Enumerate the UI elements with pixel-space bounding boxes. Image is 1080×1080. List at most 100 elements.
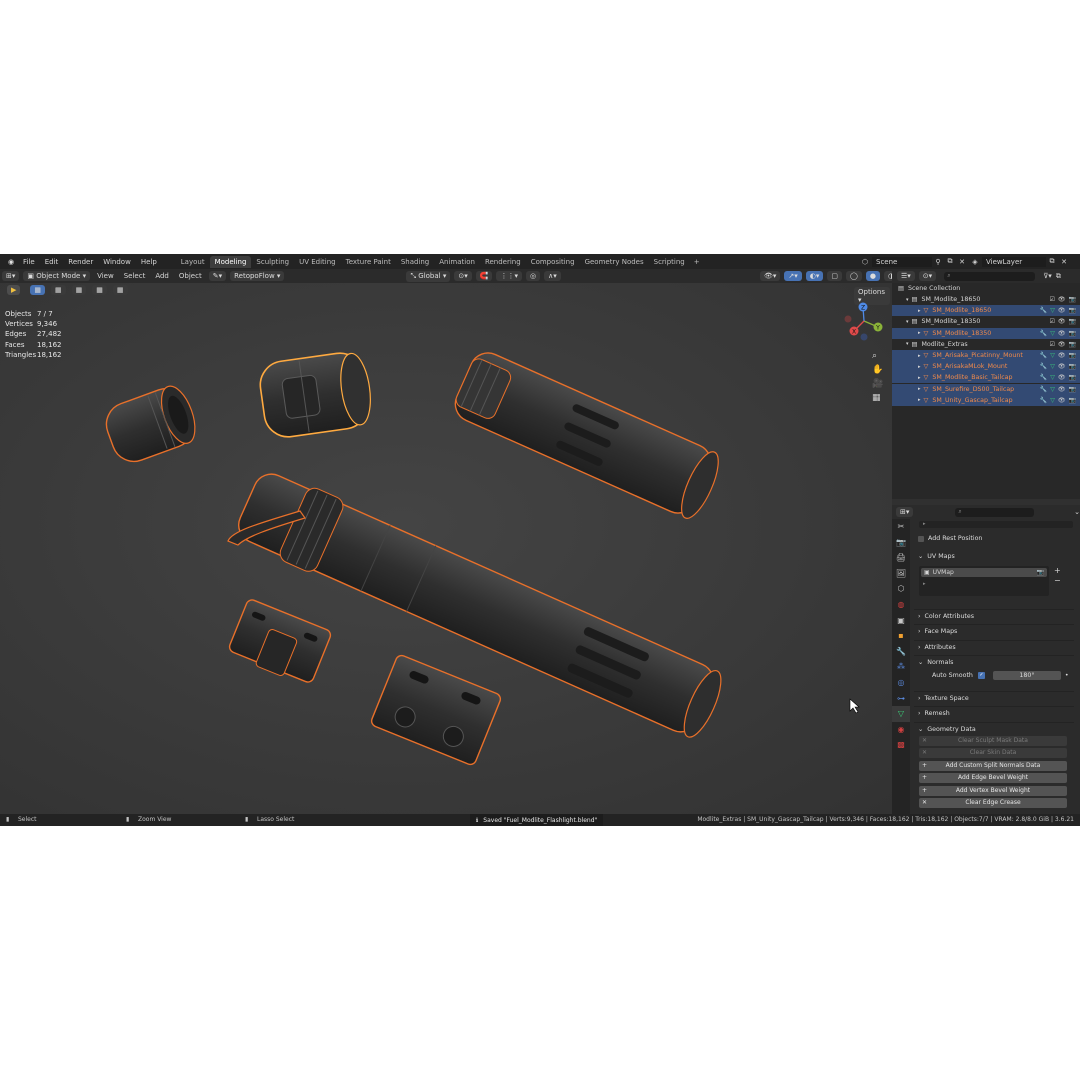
eye-icon[interactable]: 👁 [1058,296,1066,303]
auto-smooth-checkbox[interactable]: ✓ [977,672,985,679]
uv-map-item[interactable]: ▣ UVMap 📷 [921,568,1047,577]
chevron-down-icon[interactable]: ▾ [906,319,909,325]
blender-logo-icon[interactable]: ◉ [4,258,18,266]
pivot-icon[interactable]: ⊙▾ [454,271,472,281]
perspective-grid-icon[interactable]: ▦ [872,393,883,403]
view-layer-icon[interactable]: ◈ [968,258,982,266]
constraints-tab-icon[interactable]: ⊶ [892,691,910,707]
eye-icon[interactable]: 👁 [1058,374,1066,381]
camera-icon[interactable]: 📷 [1069,374,1076,381]
camera-icon[interactable]: 📷 [1069,352,1076,359]
properties-options-icon[interactable]: ⌄ [1074,508,1080,516]
tab-compositing[interactable]: Compositing [526,256,580,268]
gpencil-icon[interactable]: ✎▾ [208,271,227,281]
uv-add-button[interactable]: + [1054,566,1061,575]
chevron-right-icon[interactable]: ▸ [918,364,921,370]
chevron-right-icon[interactable]: ▸ [918,330,921,336]
navigation-gizmo[interactable]: Y Z X [842,297,888,343]
uv-map-render-icon[interactable]: 📷 [1037,569,1044,576]
geometry-data-button[interactable]: ✕ Clear Edge Crease [919,798,1067,808]
properties-editor-icon[interactable]: ⊞▾ [896,507,914,517]
outliner-item[interactable]: ▾ ▤ SM_Modlite_18350 ☑ 👁 📷 [892,316,1080,327]
modifier-icon[interactable]: 🔧 [1040,397,1047,404]
shading-wireframe-icon[interactable]: ◯ [846,271,862,281]
collapsed-list-stub[interactable]: ▸ [919,521,1073,528]
camera-icon[interactable]: 📷 [1069,318,1076,325]
eye-icon[interactable]: 👁 [1058,330,1066,337]
falloff-icon[interactable]: ∧▾ [544,271,561,281]
eye-icon[interactable]: 👁 [1058,352,1066,359]
mesh-data-icon[interactable]: ▽ [1050,330,1055,337]
chevron-down-icon[interactable]: ▾ [906,341,909,347]
uv-map-list-expand[interactable]: ▸ [923,581,1049,587]
particles-tab-icon[interactable]: ⁂ [892,659,910,675]
mode-dropdown[interactable]: ▣ Object Mode ▾ [23,271,91,281]
editor-type-icon[interactable]: ⊞▾ [2,271,20,281]
object-tab-icon[interactable]: ▪ [892,628,910,644]
tab-sculpting[interactable]: Sculpting [251,256,294,268]
chevron-down-icon[interactable]: ▾ [906,297,909,303]
outliner-item[interactable]: ▸ ▽ SM_Surefire_DS00_Tailcap 🔧 ▽ 👁 📷 [892,383,1080,395]
outliner-editor-icon[interactable]: ☰▾ [897,271,915,281]
eye-icon[interactable]: 👁 [1058,341,1066,348]
geometry-data-button[interactable]: + Add Edge Bevel Weight [919,773,1067,784]
new-view-layer-icon[interactable]: ⧉ [1046,257,1058,266]
menu-render[interactable]: Render [63,258,98,266]
geometry-data-button[interactable]: ✕ Clear Sculpt Mask Data [919,736,1067,746]
snap-icon[interactable]: 🧲 [475,271,493,281]
eye-icon[interactable]: 👁 [1058,386,1066,393]
shading-solid-icon[interactable]: ● [865,271,880,281]
uv-maps-panel-header[interactable]: ⌄ UV Maps [914,550,1074,563]
scene-name[interactable]: Scene [872,256,932,267]
new-scene-icon[interactable]: ⧉ [944,257,956,266]
camera-icon[interactable]: 📷 [1069,330,1076,337]
outliner-item[interactable]: ▸ ▽ SM_Unity_Gascap_Tailcap 🔧 ▽ 👁 📷 [892,394,1080,406]
mesh-unity-gascap-tailcap[interactable] [257,350,375,440]
modifier-icon[interactable]: 🔧 [1040,386,1047,393]
eye-icon[interactable]: 👁 [1058,397,1066,404]
transform-orientation-dropdown[interactable]: ⤡ Global ▾ [406,270,451,282]
tab-layout[interactable]: Layout [176,256,210,268]
menu-help[interactable]: Help [136,258,162,266]
snap-target-icon[interactable]: ⋮⋮▾ [496,271,522,281]
outliner-item[interactable]: ▾ ▤ Modlite_Extras ☑ 👁 📷 [892,339,1080,350]
zoom-icon[interactable]: ⌕ [872,351,883,361]
pan-hand-icon[interactable]: ✋ [872,365,883,375]
overlays-icon[interactable]: ◐▾ [805,271,824,281]
render-tab-icon[interactable]: 📷 [892,535,910,551]
add-rest-position-checkbox[interactable] [918,535,924,542]
keyframe-dot-icon[interactable]: • [1065,672,1069,679]
add-rest-position-row[interactable]: Add Rest Position [914,532,1074,545]
modifier-icon[interactable]: 🔧 [1040,307,1047,314]
mesh-data-icon[interactable]: ▽ [1050,397,1055,404]
panel-remesh[interactable]: › Remesh [914,706,1074,720]
output-tab-icon[interactable]: 🖨 [892,550,910,566]
outliner-item[interactable]: ▸ ▽ SM_Arisaka_Picatinny_Mount 🔧 ▽ 👁 📷 [892,350,1080,361]
physics-tab-icon[interactable]: ◎ [892,675,910,691]
object-menu[interactable]: Object [174,272,207,280]
chevron-right-icon[interactable]: ▸ [918,353,921,359]
camera-icon[interactable]: 📷 [1069,363,1076,370]
geometry-data-button[interactable]: + Add Vertex Bevel Weight [919,785,1067,796]
auto-smooth-angle-field[interactable]: 180° [992,671,1061,680]
mesh-data-icon[interactable]: ▽ [1050,363,1055,370]
viewport-scene[interactable] [0,283,892,817]
panel-face-maps[interactable]: › Face Maps [914,624,1074,638]
pin-icon[interactable]: ⚲ [932,258,944,266]
tab-scripting[interactable]: Scripting [649,256,690,268]
tab-texture-paint[interactable]: Texture Paint [341,256,396,268]
3d-viewport[interactable]: ▶ ▦ ▦ ▦ ▦ ▦ Options ▾ Objects 7 / 7 Vertic… [0,283,892,817]
uv-remove-button[interactable]: − [1054,576,1061,585]
mesh-arisaka-mlok-mount[interactable] [370,654,502,766]
gizmo-neg-z[interactable] [860,333,868,341]
outliner-item[interactable]: ▾ ▤ SM_Modlite_18650 ☑ 👁 📷 [892,294,1080,305]
mesh-data-icon[interactable]: ▽ [1050,307,1055,314]
display-mode-icon[interactable]: ⊙▾ [918,271,937,281]
camera-icon[interactable]: 📷 [1069,341,1076,348]
outliner-item[interactable]: ▸ ▽ SM_ArisakaMLok_Mount 🔧 ▽ 👁 📷 [892,361,1080,373]
tab-rendering[interactable]: Rendering [480,256,526,268]
view-menu[interactable]: View [92,272,119,280]
world-tab-icon[interactable]: ◍ [892,597,910,613]
camera-icon[interactable]: 📷 [1069,307,1076,314]
geometry-data-button[interactable]: + Add Custom Split Normals Data [919,760,1067,771]
